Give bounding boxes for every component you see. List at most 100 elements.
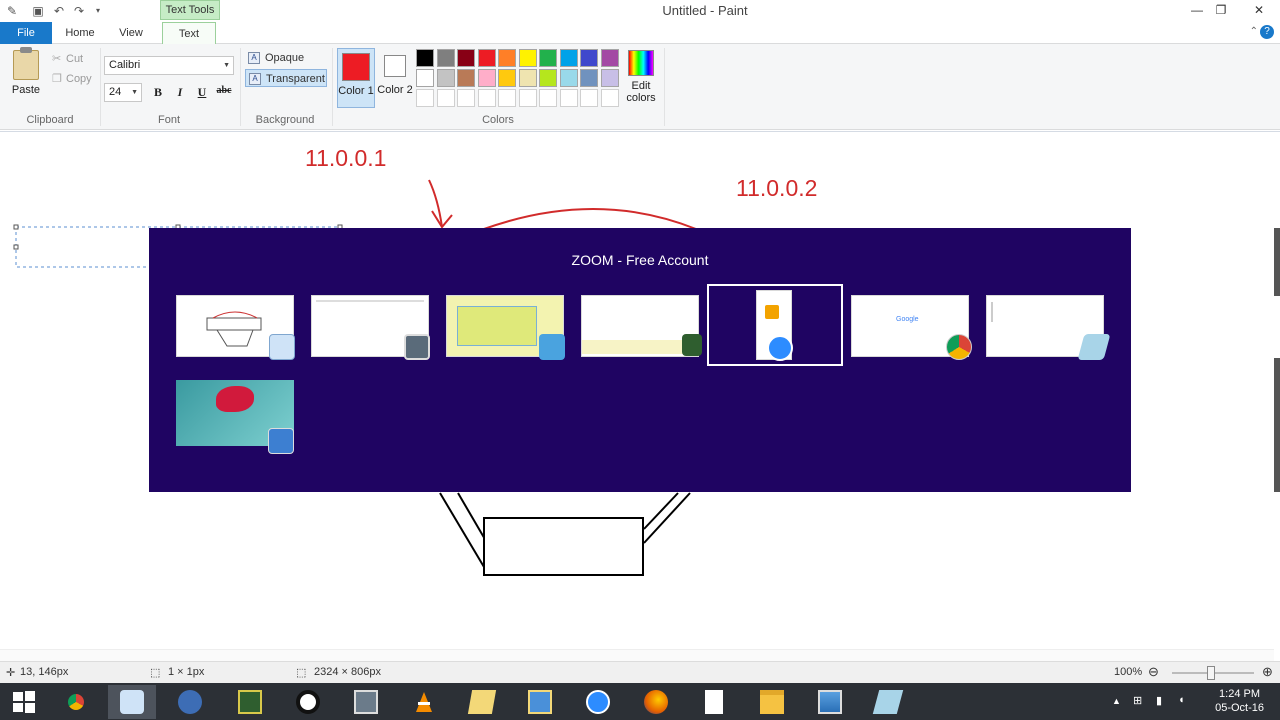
window-thumbnail[interactable]	[581, 295, 702, 357]
taskbar-vlc[interactable]	[400, 685, 448, 719]
tab-view[interactable]: View	[110, 22, 152, 44]
taskbar-app[interactable]	[284, 685, 332, 719]
palette-swatch[interactable]	[600, 69, 619, 87]
palette-swatch[interactable]	[416, 89, 434, 107]
palette-swatch[interactable]	[436, 49, 455, 67]
paint-app-icon	[120, 690, 144, 714]
tab-file[interactable]: File	[0, 22, 52, 44]
taskbar-app[interactable]	[864, 685, 912, 719]
palette-swatch[interactable]	[600, 89, 619, 107]
palette-swatch[interactable]	[559, 69, 578, 87]
restore-button[interactable]: ❐	[1206, 0, 1236, 20]
collapse-ribbon-icon[interactable]: ⌃	[1250, 26, 1258, 37]
palette-swatch[interactable]	[436, 89, 455, 107]
palette-swatch[interactable]	[457, 89, 475, 107]
font-family-select[interactable]: Calibri ▼	[104, 56, 234, 75]
console-app-icon	[354, 690, 378, 714]
window-thumbnail[interactable]	[446, 295, 565, 360]
taskbar-document[interactable]	[690, 685, 738, 719]
palette-swatch[interactable]	[416, 49, 434, 67]
help-icon[interactable]: ?	[1260, 25, 1274, 39]
transparent-button[interactable]: A Transparent	[245, 69, 327, 87]
selected-thumbnail-frame[interactable]	[707, 284, 843, 366]
taskbar-firefox[interactable]	[632, 685, 680, 719]
ribbon: Paste ✂ Cut ❐ Copy Clipboard Calibri ▼ 24 ▼ …	[0, 44, 1280, 130]
tab-text[interactable]: Text	[162, 22, 216, 45]
zoom-slider-knob[interactable]	[1207, 666, 1215, 680]
taskbar-console[interactable]	[342, 685, 390, 719]
palette-swatch[interactable]	[600, 49, 619, 67]
clipboard-icon	[13, 47, 39, 80]
zoom-in-icon[interactable]: ⊕	[1262, 664, 1273, 680]
clock-time: 1:24 PM	[1219, 688, 1261, 700]
volume-icon[interactable]: ◖	[1178, 694, 1185, 706]
cut-button[interactable]: ✂ Cut	[52, 52, 83, 65]
font-size-value: 24	[109, 86, 122, 98]
transparent-label: Transparent	[266, 73, 325, 85]
power-icon[interactable]: ▮	[1156, 694, 1162, 707]
strikethrough-button[interactable]: abc	[214, 85, 234, 101]
black-rectangle	[483, 517, 644, 576]
palette-swatch[interactable]	[580, 89, 598, 107]
taskbar-app[interactable]	[458, 685, 506, 719]
tray-expand-icon[interactable]: ▲	[1112, 696, 1121, 706]
font-size-select[interactable]: 24 ▼	[104, 83, 142, 102]
scrollbar-thumb[interactable]	[1274, 228, 1280, 296]
palette-swatch[interactable]	[580, 69, 598, 87]
palette-swatch[interactable]	[539, 49, 557, 67]
window-thumbnail[interactable]	[986, 295, 1111, 360]
palette-swatch[interactable]	[539, 89, 557, 107]
palette-swatch[interactable]	[498, 69, 516, 87]
window-thumbnail[interactable]	[311, 295, 430, 360]
palette-swatch[interactable]	[559, 89, 578, 107]
palette-swatch[interactable]	[498, 89, 516, 107]
palette-swatch[interactable]	[539, 69, 557, 87]
opaque-label: Opaque	[265, 52, 305, 64]
palette-swatch[interactable]	[457, 69, 475, 87]
taskbar-zoom[interactable]	[574, 685, 622, 719]
taskbar-photos[interactable]	[806, 685, 854, 719]
taskbar-file-explorer[interactable]	[748, 685, 796, 719]
selection-handle[interactable]	[13, 224, 19, 230]
palette-swatch[interactable]	[436, 69, 455, 87]
palette-swatch[interactable]	[518, 89, 537, 107]
close-button[interactable]: ✕	[1238, 0, 1280, 20]
window-thumbnail[interactable]	[176, 380, 294, 454]
window-thumbnail[interactable]	[176, 295, 295, 360]
color1-button[interactable]: Color 1	[337, 48, 375, 108]
palette-swatch[interactable]	[477, 49, 496, 67]
palette-swatch[interactable]	[518, 49, 537, 67]
palette-swatch[interactable]	[477, 89, 496, 107]
palette-swatch[interactable]	[498, 49, 516, 67]
window-thumbnail[interactable]: Google	[851, 295, 972, 360]
scrollbar-thumb[interactable]	[1274, 358, 1280, 492]
edit-colors-button[interactable]: Edit colors	[624, 50, 658, 104]
selection-handle[interactable]	[13, 244, 19, 250]
bold-button[interactable]: B	[148, 85, 168, 101]
palette-swatch[interactable]	[559, 49, 578, 67]
color2-label: Color 2	[377, 84, 413, 96]
taskbar-chrome[interactable]	[52, 685, 100, 719]
clock[interactable]: 1:24 PM 05-Oct-16	[1215, 687, 1264, 715]
zoom-out-icon[interactable]: ⊖	[1148, 664, 1159, 680]
taskbar-app[interactable]	[516, 685, 564, 719]
palette-swatch[interactable]	[416, 69, 434, 87]
italic-button[interactable]: I	[170, 85, 190, 101]
opaque-button[interactable]: A Opaque	[245, 49, 327, 67]
color2-button[interactable]: Color 2	[376, 48, 414, 108]
palette-swatch[interactable]	[477, 69, 496, 87]
vertical-scrollbar[interactable]	[1274, 132, 1280, 652]
taskbar-packet-tracer[interactable]	[226, 685, 274, 719]
palette-swatch[interactable]	[580, 49, 598, 67]
horizontal-scrollbar[interactable]	[0, 649, 1274, 661]
taskbar-paint[interactable]	[108, 685, 156, 719]
underline-button[interactable]: U	[192, 85, 212, 101]
start-button[interactable]	[0, 685, 48, 719]
taskbar-app[interactable]	[166, 685, 214, 719]
network-icon[interactable]: ⊞	[1133, 694, 1142, 707]
paste-button[interactable]: Paste	[6, 47, 46, 104]
palette-swatch[interactable]	[457, 49, 475, 67]
tab-home[interactable]: Home	[58, 22, 102, 44]
palette-swatch[interactable]	[518, 69, 537, 87]
copy-button[interactable]: ❐ Copy	[52, 72, 92, 85]
